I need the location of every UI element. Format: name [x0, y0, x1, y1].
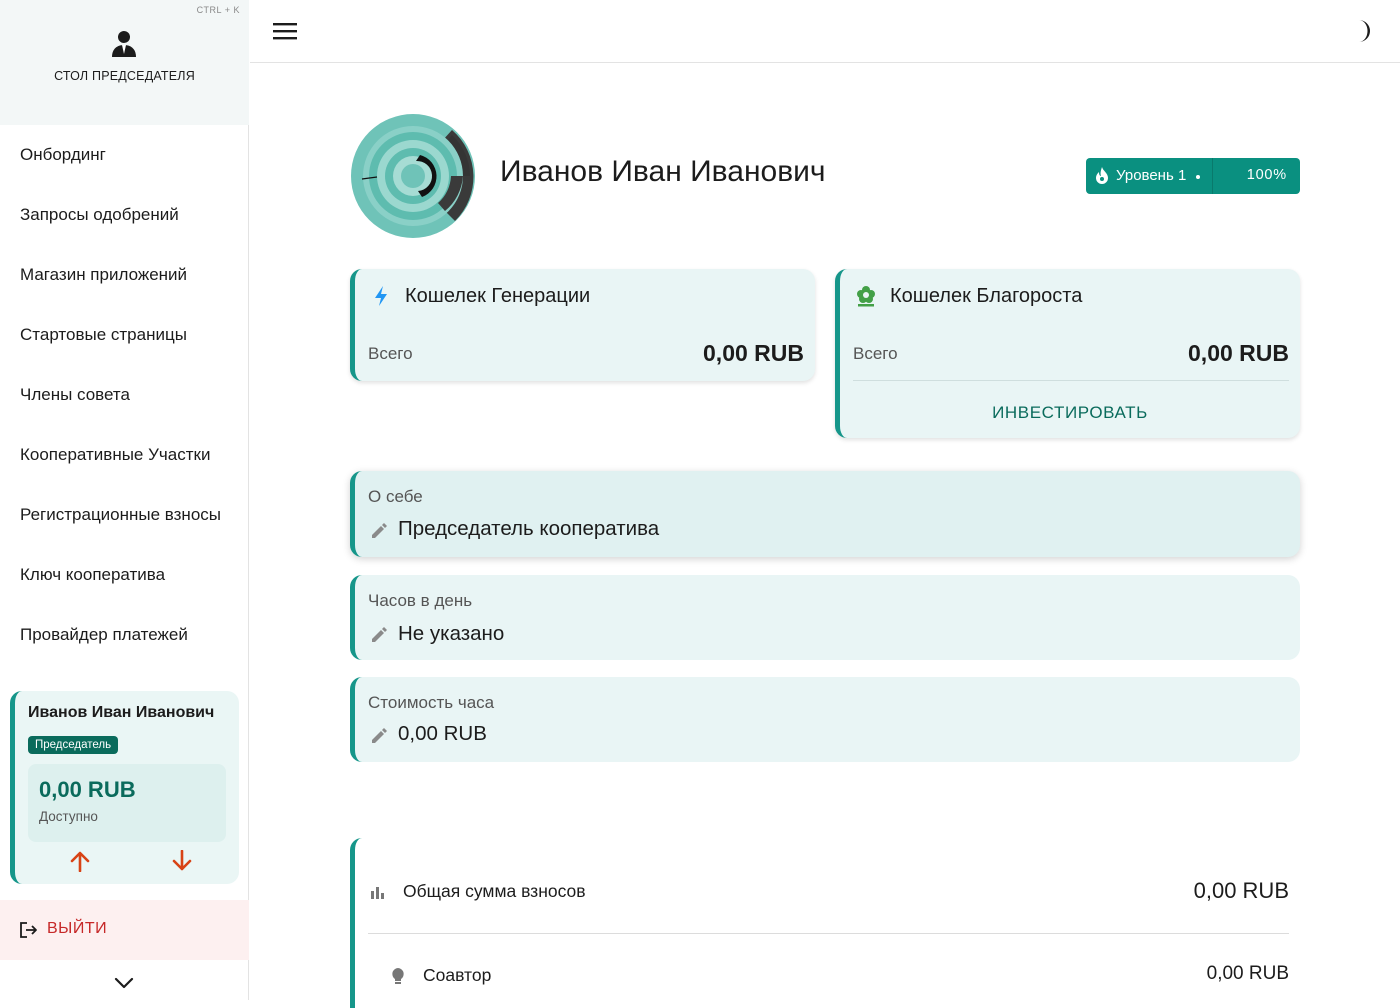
sidebar-item-council-members[interactable]: Члены совета	[0, 365, 249, 425]
desk-title: СТОЛ ПРЕДСЕДАТЕЛЯ	[54, 69, 195, 83]
balance-amount: 0,00 RUB	[39, 777, 136, 802]
bar-chart-icon	[371, 887, 384, 899]
user-card: Иванов Иван Иванович Председатель 0,00 R…	[10, 691, 239, 884]
balance-available-label: Доступно	[39, 809, 98, 824]
blagorost-wallet-card: Кошелек Благороста Всего 0,00 RUB ИНВЕСТ…	[835, 269, 1300, 438]
balance-box: 0,00 RUB Доступно	[28, 764, 226, 842]
avatar	[351, 114, 475, 238]
flower-icon	[857, 286, 875, 307]
stat-coauthor-value: 0,00 RUB	[1206, 963, 1289, 984]
sidebar-item-start-pages[interactable]: Стартовые страницы	[0, 305, 249, 365]
stat-row-coauthor: Соавтор 0,00 RUB	[368, 960, 1289, 990]
sidebar-item-coop-key[interactable]: Ключ кооператива	[0, 545, 249, 605]
sidebar-item-payment-provider[interactable]: Провайдер платежей	[0, 605, 249, 665]
arrow-up-icon[interactable]	[68, 850, 92, 872]
hours-label: Часов в день	[368, 591, 473, 610]
arrow-down-icon[interactable]	[170, 850, 194, 872]
rate-label: Стоимость часа	[368, 693, 495, 712]
level-label: Уровень 1	[1116, 167, 1187, 184]
sidebar: CTRL + K СТОЛ ПРЕДСЕДАТЕЛЯ Онбординг Зап…	[0, 0, 249, 1000]
level-dot	[1196, 175, 1200, 179]
level-percent: 100%	[1246, 167, 1287, 183]
hamburger-icon[interactable]	[272, 20, 298, 42]
sidebar-header[interactable]: CTRL + K СТОЛ ПРЕДСЕДАТЕЛЯ	[0, 0, 249, 125]
rate-value: 0,00 RUB	[398, 722, 487, 745]
fire-icon	[1096, 167, 1108, 184]
generation-total-amount: 0,00 RUB	[703, 340, 804, 366]
logout-icon	[20, 922, 37, 938]
level-button[interactable]: Уровень 1 100%	[1086, 158, 1300, 194]
lightbulb-icon	[392, 968, 404, 984]
hours-value: Не указано	[398, 622, 505, 645]
topbar	[250, 0, 1400, 63]
profile-name: Иванов Иван Иванович	[500, 155, 826, 188]
pencil-icon[interactable]	[370, 727, 388, 745]
invest-button[interactable]: ИНВЕСТИРОВАТЬ	[840, 403, 1300, 423]
pencil-icon[interactable]	[370, 522, 388, 540]
rate-field[interactable]: Стоимость часа 0,00 RUB	[350, 677, 1300, 762]
wallet-divider	[853, 380, 1289, 381]
sidebar-item-app-store[interactable]: Магазин приложений	[0, 245, 249, 305]
chairman-user-icon	[112, 31, 136, 57]
level-separator	[1212, 158, 1213, 194]
stats-divider	[368, 933, 1289, 934]
moon-icon[interactable]	[1350, 18, 1374, 44]
generation-wallet-card: Кошелек Генерации Всего 0,00 RUB	[350, 269, 815, 381]
generation-total-label: Всего	[368, 344, 413, 363]
blagorost-total-label: Всего	[853, 344, 898, 363]
hours-field[interactable]: Часов в день Не указано	[350, 575, 1300, 660]
user-card-name: Иванов Иван Иванович	[28, 704, 215, 721]
logout-label: ВЫЙТИ	[47, 920, 108, 937]
sidebar-item-registration-fees[interactable]: Регистрационные взносы	[0, 485, 249, 545]
pencil-icon[interactable]	[370, 626, 388, 644]
stat-row-total: Общая сумма взносов 0,00 RUB	[368, 876, 1289, 906]
generation-wallet-title: Кошелек Генерации	[405, 285, 591, 307]
sidebar-item-approval-requests[interactable]: Запросы одобрений	[0, 185, 249, 245]
hotkey-hint: CTRL + K	[196, 5, 240, 15]
about-field[interactable]: О себе Председатель кооператива	[350, 471, 1300, 557]
stat-coauthor-label: Соавтор	[423, 965, 492, 985]
sidebar-item-onboarding[interactable]: Онбординг	[0, 125, 249, 185]
sidebar-nav: Онбординг Запросы одобрений Магазин прил…	[0, 125, 249, 665]
stats-card: Общая сумма взносов 0,00 RUB Соавтор 0,0…	[350, 838, 1300, 1008]
blagorost-total-amount: 0,00 RUB	[1188, 340, 1289, 366]
chevron-down-icon[interactable]	[113, 975, 135, 991]
about-value: Председатель кооператива	[398, 517, 660, 540]
stat-total-value: 0,00 RUB	[1193, 878, 1289, 903]
logout-button[interactable]: ВЫЙТИ	[0, 900, 249, 960]
sidebar-item-coop-plots[interactable]: Кооперативные Участки	[0, 425, 249, 485]
role-badge: Председатель	[28, 736, 119, 754]
about-label: О себе	[368, 487, 423, 506]
lightning-icon	[375, 286, 387, 306]
blagorost-wallet-title: Кошелек Благороста	[890, 285, 1083, 307]
stat-total-label: Общая сумма взносов	[403, 881, 586, 901]
